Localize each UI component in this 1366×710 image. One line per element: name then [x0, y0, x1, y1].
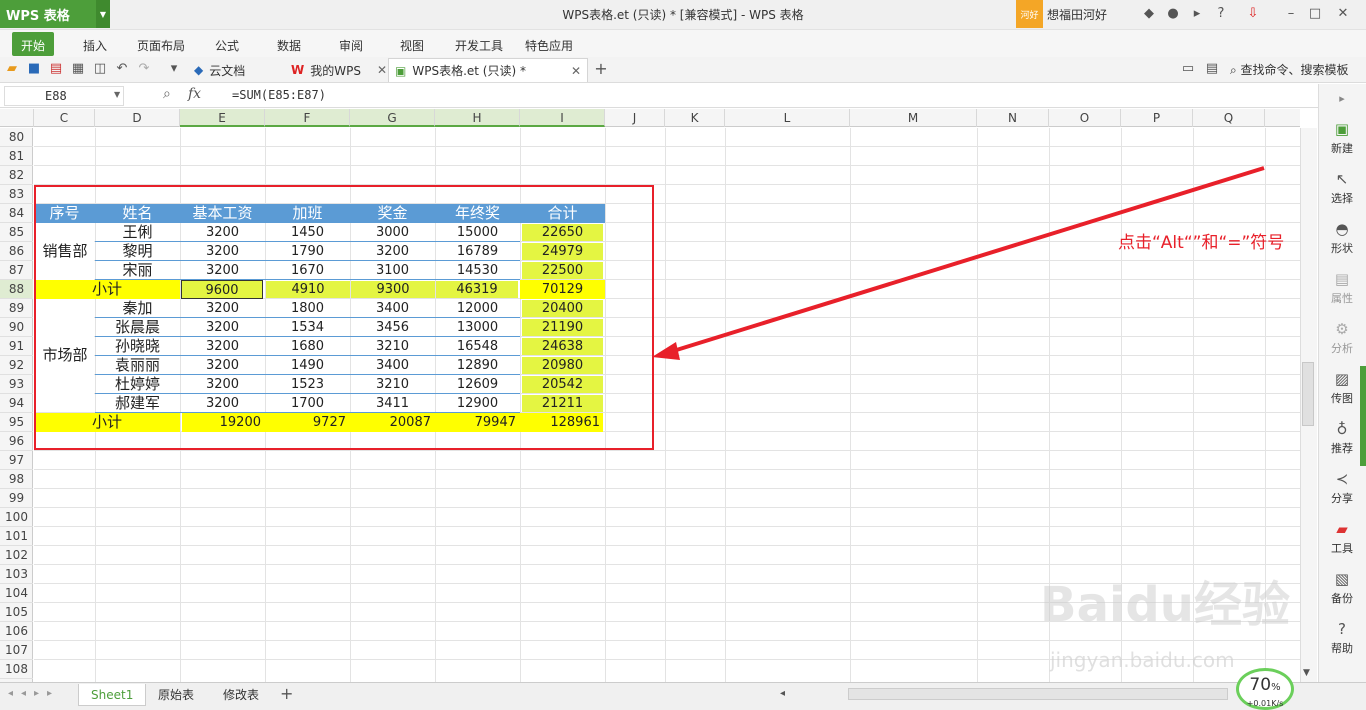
wps-window: WPS 表格 ▼ WPS表格.et (只读) * [兼容模式] - WPS 表格 …: [0, 0, 1366, 710]
sidebar-analyze-label: 分析: [1331, 342, 1353, 355]
sidebar-tools[interactable]: ▰ 工具: [1318, 520, 1366, 556]
sidebar-properties[interactable]: ▤ 属性: [1318, 270, 1366, 306]
pane-collapse-icon[interactable]: ▸: [1318, 92, 1366, 105]
sidebar-share-label: 分享: [1331, 492, 1353, 505]
speed-unit: %: [1271, 682, 1281, 693]
sheet-tab-modified[interactable]: 修改表: [211, 684, 271, 706]
sheet-tab-original[interactable]: 原始表: [146, 684, 206, 706]
sidebar-recommend-label: 推荐: [1331, 442, 1353, 455]
sidebar-select[interactable]: ↖ 选择: [1318, 170, 1366, 206]
cursor-icon: ↖: [1335, 170, 1349, 188]
sidebar-new[interactable]: ▣ 新建: [1318, 120, 1366, 156]
sidebar-help[interactable]: ? 帮助: [1318, 620, 1366, 656]
sidebar-tools-label: 工具: [1331, 542, 1353, 555]
sheet-tab-sheet1[interactable]: Sheet1: [78, 684, 147, 706]
analyze-icon: ⚙: [1335, 320, 1349, 338]
sidebar-properties-label: 属性: [1331, 292, 1353, 305]
sidebar-backup[interactable]: ▧ 备份: [1318, 570, 1366, 606]
sidebar-analyze[interactable]: ⚙ 分析: [1318, 320, 1366, 356]
network-rate: +0.01K/s: [1246, 699, 1284, 708]
speed-percent: 70: [1249, 675, 1272, 695]
sidebar-share[interactable]: ≺ 分享: [1318, 470, 1366, 506]
baidu-watermark: Baidu经验: [1040, 577, 1290, 633]
pane-edge-handle[interactable]: [1360, 366, 1366, 466]
sidebar-backup-label: 备份: [1331, 592, 1353, 605]
toolbox-icon: ▰: [1336, 520, 1348, 538]
sidebar-shape[interactable]: ◓ 形状: [1318, 220, 1366, 256]
network-speed-widget[interactable]: 70% +0.01K/s: [1236, 668, 1294, 710]
scroll-left-icon[interactable]: ◂: [780, 688, 785, 699]
shape-icon: ◓: [1335, 220, 1349, 238]
properties-icon: ▤: [1334, 270, 1350, 288]
add-sheet-icon[interactable]: +: [280, 684, 293, 703]
new-icon: ▣: [1334, 120, 1350, 138]
sidebar-select-label: 选择: [1331, 192, 1353, 205]
backup-icon: ▧: [1334, 570, 1350, 588]
sidebar-new-label: 新建: [1331, 142, 1353, 155]
sidebar-recommend[interactable]: ♁ 推荐: [1318, 420, 1366, 456]
sheet-nav-arrows[interactable]: ◂◂▸▸: [8, 688, 60, 699]
bulb-icon: ♁: [1336, 420, 1348, 438]
image-icon: ▨: [1334, 370, 1350, 388]
sidebar-upload-image[interactable]: ▨ 传图: [1318, 370, 1366, 406]
scroll-down-icon[interactable]: ▼: [1303, 668, 1310, 678]
share-icon: ≺: [1335, 470, 1349, 488]
horizontal-scroll-thumb[interactable]: [848, 688, 1228, 700]
vertical-scroll-thumb[interactable]: [1302, 362, 1314, 426]
sidebar-shape-label: 形状: [1331, 242, 1353, 255]
help-icon: ?: [1338, 620, 1346, 638]
baidu-watermark-url: jingyan.baidu.com: [1050, 648, 1235, 672]
sidebar-upload-label: 传图: [1331, 392, 1353, 405]
sidebar-help-label: 帮助: [1331, 642, 1353, 655]
